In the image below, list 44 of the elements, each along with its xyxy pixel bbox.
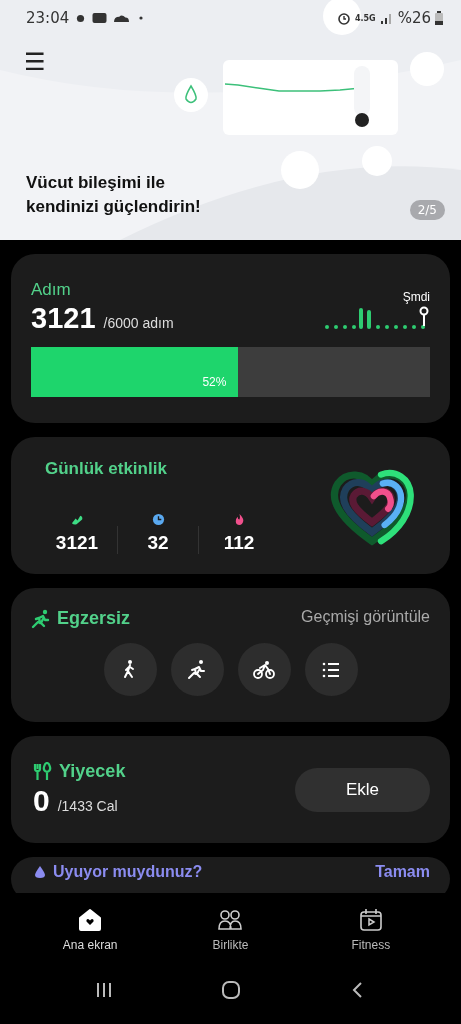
- calorie-count: 0: [33, 784, 50, 818]
- card-title: Adım: [31, 280, 72, 300]
- alarm-icon: [336, 11, 351, 25]
- step-goal: /6000 adım: [103, 315, 174, 331]
- signal-icon: [379, 11, 394, 25]
- battery-icon: [435, 11, 443, 25]
- video-icon: [92, 13, 108, 23]
- fitness-tab[interactable]: Fitness: [320, 906, 421, 952]
- list-button[interactable]: [304, 643, 358, 696]
- confirm-link[interactable]: Tamam: [375, 863, 430, 881]
- now-label: Şmdi: [402, 290, 430, 304]
- stat-value: 3121: [55, 532, 99, 554]
- sleep-question: Uyuyor muydunuz?: [53, 863, 203, 881]
- step-count: 3121: [31, 302, 96, 335]
- view-history-link[interactable]: Geçmişi görüntüle: [301, 608, 430, 629]
- card-title: Egzersiz: [57, 608, 131, 629]
- activity-card[interactable]: Günlük etkinlik 3121 32 112: [11, 437, 450, 574]
- drop-icon: [33, 865, 47, 879]
- home-icon: [77, 906, 104, 933]
- more-notifications-icon: [139, 16, 144, 20]
- calendar-play-icon: [357, 906, 384, 933]
- fork-knife-icon: [33, 761, 53, 782]
- running-button[interactable]: [170, 643, 224, 696]
- card-title: Yiyecek: [59, 761, 126, 782]
- cycling-button[interactable]: [237, 643, 291, 696]
- steps-card[interactable]: Adım 3121 /6000 adım Şmdi 52%: [11, 254, 450, 423]
- menu-icon[interactable]: ☰: [24, 50, 46, 74]
- network-type: 4.5G: [354, 13, 376, 23]
- home-tab[interactable]: Ana ekran: [40, 906, 141, 952]
- add-button[interactable]: Ekle: [295, 767, 430, 812]
- together-tab[interactable]: Birlikte: [180, 906, 281, 952]
- running-icon: [31, 608, 51, 629]
- notification-icon: [76, 13, 86, 23]
- banner-title: Vücut bileşimi ile kendinizi güçlendirin!: [26, 171, 202, 219]
- calorie-goal: /1433 Cal: [57, 798, 118, 814]
- home-icon[interactable]: [220, 979, 241, 1000]
- walking-button[interactable]: [103, 643, 157, 696]
- card-title: Günlük etkinlik: [45, 459, 168, 479]
- progress-percent: 52%: [202, 375, 228, 391]
- battery-level: %26: [397, 9, 431, 27]
- stat-value: 112: [223, 532, 255, 554]
- cloud-icon: [114, 13, 130, 23]
- status-time: 23:04: [26, 9, 70, 27]
- stat-value: 32: [147, 532, 169, 554]
